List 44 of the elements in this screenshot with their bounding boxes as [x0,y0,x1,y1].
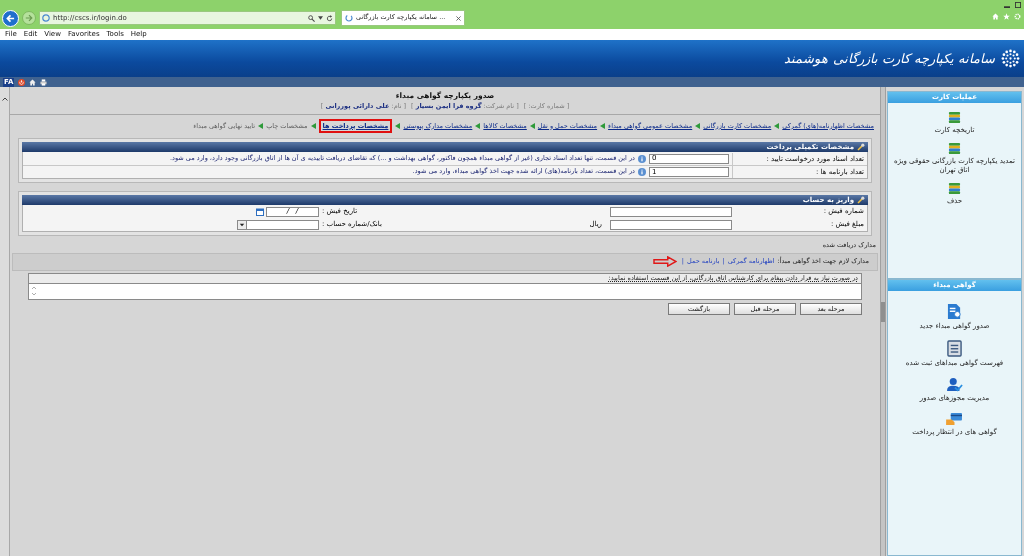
step-arrow-icon [695,123,701,129]
logo-icon [1001,49,1020,68]
step-arrow-icon [600,123,606,129]
site-title: سامانه یکپارچه کارت بازرگانی هوشمند [784,49,995,69]
user-check-icon [946,377,963,392]
books-icon [948,182,961,195]
message-field[interactable] [29,282,861,299]
splitter-handle-icon[interactable] [881,301,885,322]
step-arrow-icon [310,123,316,129]
books-icon [948,142,961,155]
calendar-icon[interactable] [256,207,264,216]
home-icon[interactable] [29,78,37,86]
bank-account-select[interactable] [237,219,319,230]
spinner-icon [345,14,353,22]
chevron-up-icon[interactable] [1,97,8,101]
step-arrow-icon [258,123,264,129]
amount-field[interactable] [610,219,732,230]
close-icon[interactable] [456,15,461,21]
certificate-document-icon [947,303,962,320]
arrow-left-icon [6,13,15,23]
step-arrow-icon [395,123,401,129]
star-icon[interactable] [1003,13,1010,20]
search-icon[interactable] [308,14,315,22]
text-field[interactable] [610,206,732,217]
back-button[interactable] [2,9,19,27]
info-icon [638,168,646,176]
refresh-icon[interactable] [326,14,333,22]
power-icon[interactable] [18,78,26,86]
printer-icon[interactable] [40,78,48,86]
wrench-icon [857,143,865,151]
step-arrow-icon [475,123,481,129]
wrench-icon [857,196,865,204]
maximize-icon[interactable] [1015,2,1021,8]
books-icon [948,111,961,124]
scroll-arrows-icon [31,284,37,297]
caret-icon [238,220,247,229]
step-arrow-icon [529,123,535,129]
credit-card-icon [946,412,963,426]
arrow-right-icon [25,14,33,22]
arrow-right-icon [652,256,677,268]
ring-icon [42,14,50,22]
dropdown-caret-icon[interactable] [318,16,323,20]
list-document-icon [947,340,962,357]
step-arrow-icon [774,123,780,129]
